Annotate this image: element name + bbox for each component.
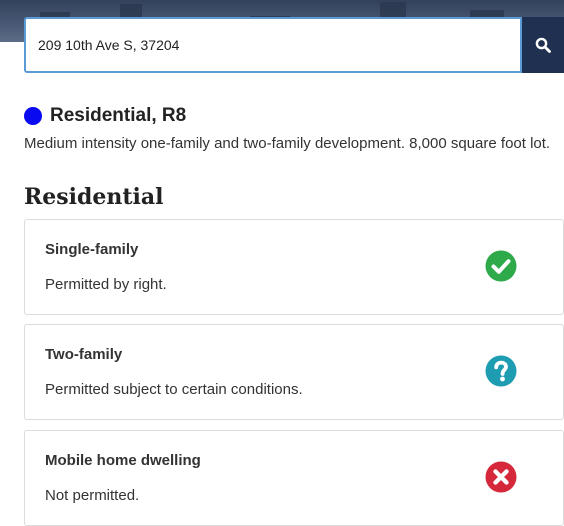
use-title: Two-family (45, 346, 123, 363)
section-title-residential: Residential (24, 184, 164, 210)
address-search (24, 17, 564, 73)
search-button[interactable] (522, 17, 564, 73)
zone-color-dot-icon (24, 107, 42, 125)
use-description: Permitted subject to certain conditions. (45, 381, 303, 398)
search-icon (535, 37, 551, 53)
use-card-single-family: Single-family Permitted by right. (24, 219, 564, 315)
zone-description: Medium intensity one-family and two-fami… (24, 135, 551, 152)
use-card-two-family: Two-family Permitted subject to certain … (24, 324, 564, 420)
use-card-mobile-home: Mobile home dwelling Not permitted. (24, 430, 564, 526)
use-title: Single-family (45, 241, 139, 258)
zone-title: Residential, R8 (50, 105, 187, 126)
use-description: Not permitted. (45, 487, 140, 504)
use-title: Mobile home dwelling (45, 452, 201, 469)
address-search-input[interactable] (24, 17, 522, 73)
check-circle-icon (485, 250, 517, 282)
question-circle-icon (485, 355, 517, 387)
use-description: Permitted by right. (45, 276, 167, 293)
x-circle-icon (485, 461, 517, 493)
zone-heading: Residential, R8 (24, 105, 186, 127)
